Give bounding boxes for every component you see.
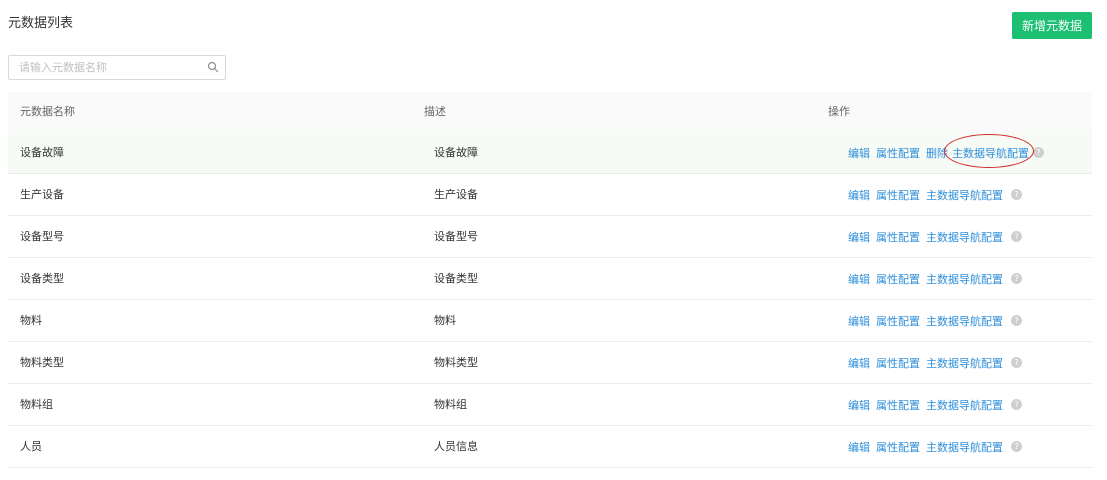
edit-link[interactable]: 编辑 <box>848 271 870 287</box>
row-name: 物料类型 <box>20 356 64 369</box>
row-description: 物料类型 <box>434 356 478 369</box>
row-name: 设备类型 <box>20 272 64 285</box>
row-actions: 编辑 属性配置 主数据导航配置 ? <box>848 216 1022 257</box>
highlight-annotation: 主数据导航配置 <box>944 133 1034 168</box>
page-title: 元数据列表 <box>8 16 74 31</box>
edit-link[interactable]: 编辑 <box>848 187 870 203</box>
row-description: 设备类型 <box>434 272 478 285</box>
nav-config-link[interactable]: 主数据导航配置 <box>926 229 1003 245</box>
column-header-name: 元数据名称 <box>20 105 75 118</box>
attr-config-link[interactable]: 属性配置 <box>876 229 920 245</box>
row-actions: 编辑 属性配置 删除 主数据导航配置 ? <box>848 132 1044 173</box>
nav-config-link[interactable]: 主数据导航配置 <box>926 271 1003 287</box>
row-description: 物料组 <box>434 398 467 411</box>
edit-link[interactable]: 编辑 <box>848 145 870 161</box>
row-description: 设备型号 <box>434 230 478 243</box>
help-circle-icon[interactable]: ? <box>1011 231 1022 242</box>
search-icon[interactable] <box>207 61 219 73</box>
column-header-description: 描述 <box>424 105 446 118</box>
help-circle-icon[interactable]: ? <box>1011 273 1022 284</box>
row-description: 人员信息 <box>434 440 478 453</box>
row-actions: 编辑 属性配置 主数据导航配置 ? <box>848 300 1022 341</box>
help-circle-icon[interactable]: ? <box>1011 189 1022 200</box>
row-actions: 编辑 属性配置 主数据导航配置 ? <box>848 258 1022 299</box>
attr-config-link[interactable]: 属性配置 <box>876 145 920 161</box>
attr-config-link[interactable]: 属性配置 <box>876 397 920 413</box>
add-metadata-button[interactable]: 新增元数据 <box>1012 12 1092 39</box>
row-actions: 编辑 属性配置 主数据导航配置 ? <box>848 174 1022 215</box>
table-row: 物料类型 物料类型 编辑 属性配置 主数据导航配置 ? <box>8 342 1092 384</box>
nav-config-link[interactable]: 主数据导航配置 <box>926 355 1003 371</box>
row-name: 设备型号 <box>20 230 64 243</box>
help-circle-icon[interactable]: ? <box>1011 357 1022 368</box>
nav-config-link[interactable]: 主数据导航配置 <box>926 313 1003 329</box>
edit-link[interactable]: 编辑 <box>848 439 870 455</box>
row-name: 生产设备 <box>20 188 64 201</box>
row-actions: 编辑 属性配置 主数据导航配置 ? <box>848 342 1022 383</box>
row-name: 人员 <box>20 440 42 453</box>
help-circle-icon[interactable]: ? <box>1011 399 1022 410</box>
delete-link[interactable]: 删除 <box>926 145 948 161</box>
table-row: 物料组 物料组 编辑 属性配置 主数据导航配置 ? <box>8 384 1092 426</box>
attr-config-link[interactable]: 属性配置 <box>876 271 920 287</box>
row-description: 生产设备 <box>434 188 478 201</box>
nav-config-link[interactable]: 主数据导航配置 <box>926 439 1003 455</box>
row-name: 物料 <box>20 314 42 327</box>
metadata-table: 元数据名称 描述 操作 设备故障 设备故障 编辑 属性配置 删除 主数据导航配置… <box>8 92 1092 468</box>
row-description: 设备故障 <box>434 146 478 159</box>
attr-config-link[interactable]: 属性配置 <box>876 439 920 455</box>
table-row: 设备型号 设备型号 编辑 属性配置 主数据导航配置 ? <box>8 216 1092 258</box>
attr-config-link[interactable]: 属性配置 <box>876 187 920 203</box>
table-row: 设备故障 设备故障 编辑 属性配置 删除 主数据导航配置 ? <box>8 132 1092 174</box>
edit-link[interactable]: 编辑 <box>848 313 870 329</box>
table-row: 物料 物料 编辑 属性配置 主数据导航配置 ? <box>8 300 1092 342</box>
search-input[interactable] <box>9 56 199 79</box>
nav-config-link[interactable]: 主数据导航配置 <box>952 147 1029 160</box>
edit-link[interactable]: 编辑 <box>848 397 870 413</box>
edit-link[interactable]: 编辑 <box>848 229 870 245</box>
metadata-list-page: 元数据列表 新增元数据 元数据名称 描述 操作 设备故障 设备故障 编辑 属性配… <box>0 0 1107 480</box>
attr-config-link[interactable]: 属性配置 <box>876 313 920 329</box>
table-header: 元数据名称 描述 操作 <box>8 92 1092 132</box>
row-actions: 编辑 属性配置 主数据导航配置 ? <box>848 426 1022 467</box>
help-circle-icon[interactable]: ? <box>1033 147 1044 158</box>
row-actions: 编辑 属性配置 主数据导航配置 ? <box>848 384 1022 425</box>
row-name: 设备故障 <box>20 146 64 159</box>
nav-config-link[interactable]: 主数据导航配置 <box>926 397 1003 413</box>
nav-config-link[interactable]: 主数据导航配置 <box>926 187 1003 203</box>
help-circle-icon[interactable]: ? <box>1011 441 1022 452</box>
table-row: 设备类型 设备类型 编辑 属性配置 主数据导航配置 ? <box>8 258 1092 300</box>
search-box <box>8 55 226 80</box>
table-row: 人员 人员信息 编辑 属性配置 主数据导航配置 ? <box>8 426 1092 468</box>
row-description: 物料 <box>434 314 456 327</box>
help-circle-icon[interactable]: ? <box>1011 315 1022 326</box>
column-header-actions: 操作 <box>828 105 850 118</box>
row-name: 物料组 <box>20 398 53 411</box>
table-row: 生产设备 生产设备 编辑 属性配置 主数据导航配置 ? <box>8 174 1092 216</box>
attr-config-link[interactable]: 属性配置 <box>876 355 920 371</box>
edit-link[interactable]: 编辑 <box>848 355 870 371</box>
